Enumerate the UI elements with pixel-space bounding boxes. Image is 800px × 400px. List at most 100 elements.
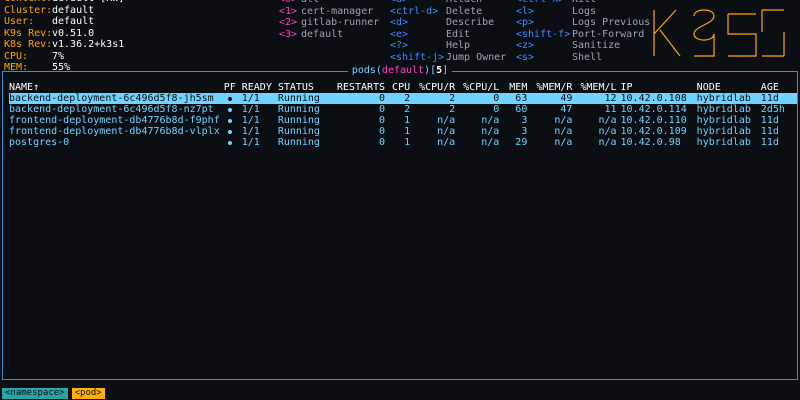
- breadcrumb-item[interactable]: <namespace>: [2, 388, 68, 399]
- shortcut-label: Shell: [572, 51, 603, 63]
- shortcut-key: <shift-f>: [516, 28, 571, 40]
- shortcut-key: <3>: [279, 28, 298, 40]
- table-cell: hybridlab: [696, 115, 751, 126]
- shortcut-item[interactable]: <s> Shell: [516, 52, 650, 64]
- table-cell: [224, 137, 242, 148]
- table-cell: hybridlab: [696, 126, 751, 137]
- info-row: K8s Rev:v1.36.2+k3s1: [4, 39, 124, 50]
- table-row[interactable]: postgres-0 1/1 Running 0 1 n/a n/a 29 n/a n/a 10.4…: [9, 137, 797, 148]
- info-key: Cluster:: [4, 4, 53, 16]
- table-cell: 2d5h: [760, 104, 785, 115]
- table-cell: Running: [277, 137, 320, 148]
- table-title-namespace: default: [381, 65, 425, 76]
- table-cell: 0: [379, 137, 386, 148]
- column-header[interactable]: STATUS: [278, 81, 333, 93]
- shortcut-label: Delete: [446, 5, 483, 17]
- table-cell: [223, 93, 242, 104]
- table-cell: hybridlab: [696, 93, 761, 104]
- table-cell: 1/1: [241, 93, 278, 104]
- table-cell: Running: [277, 104, 320, 115]
- table-cell: frontend-deployment-db4776b8d-vlplx: [9, 126, 220, 137]
- shortcut-item[interactable]: <?> Help: [390, 40, 506, 52]
- shortcut-item[interactable]: <shift-f> Port-Forward: [516, 29, 650, 41]
- shortcut-label: cert-manager: [301, 5, 374, 17]
- shortcut-item[interactable]: <e> Edit: [390, 29, 506, 41]
- action-shortcuts-1: <a>Attach<ctrl-d>Delete<d>Describe<e>Edi…: [390, 0, 506, 63]
- table-cell: 10.42.0.109: [620, 126, 687, 137]
- shortcut-item[interactable]: <2> gitlab-runner: [279, 17, 379, 29]
- pods-table: NAME↑ PF READY STATUS RESTARTS CPU %CPU/R %CPU/…: [9, 81, 797, 148]
- table-cell: n/a: [481, 115, 500, 126]
- info-value: default [RW]: [52, 0, 124, 4]
- shortcut-item[interactable]: <ctrl-d> Delete: [390, 6, 506, 18]
- table-row[interactable]: frontend-deployment-db4776b8d-vlplx 1/1 Ru…: [9, 126, 797, 137]
- shortcut-label: Logs Previous: [572, 17, 651, 28]
- table-cell: 2: [449, 104, 456, 115]
- shortcut-label: all: [301, 0, 319, 5]
- column-header[interactable]: %CPU/L: [459, 81, 503, 93]
- table-cell: 0: [379, 126, 386, 137]
- column-header[interactable]: RESTARTS: [333, 81, 389, 93]
- shortcut-key: <2>: [279, 17, 298, 28]
- table-row[interactable]: backend-deployment-6c496d5f8-nz7pt 1/1 Run…: [9, 104, 797, 115]
- table-cell: 12: [576, 93, 621, 104]
- column-header[interactable]: %MEM/L: [576, 81, 620, 93]
- info-key: User:: [4, 16, 35, 27]
- column-header[interactable]: %MEM/R: [531, 81, 576, 93]
- breadcrumb: <namespace> <pod>: [2, 387, 109, 399]
- column-header[interactable]: MEM: [503, 81, 531, 93]
- table-cell: 2: [404, 104, 411, 115]
- breadcrumb-item[interactable]: <pod>: [71, 388, 105, 399]
- shortcut-key: <1>: [279, 5, 298, 17]
- shortcut-item[interactable]: <l> Logs: [516, 6, 650, 18]
- shortcut-item[interactable]: <3> default: [279, 29, 379, 41]
- table-cell: 1/1: [241, 126, 260, 137]
- k9s-logo: [650, 4, 788, 62]
- table-row[interactable]: backend-deployment-6c496d5f8-jh5sm 1/1 Run…: [9, 93, 797, 104]
- column-header[interactable]: NODE: [697, 81, 761, 93]
- table-title-prefix: pods(: [351, 65, 382, 76]
- table-cell: hybridlab: [696, 137, 751, 148]
- column-header[interactable]: AGE: [761, 81, 797, 93]
- table-cell: [224, 115, 242, 126]
- column-header[interactable]: CPU: [389, 81, 414, 93]
- info-row: K9s Rev:v0.51.0: [4, 28, 94, 39]
- table-cell: n/a: [598, 126, 617, 137]
- shortcut-label: Describe: [446, 17, 495, 28]
- table-cell: n/a: [598, 137, 617, 148]
- table-cell: 1: [404, 115, 411, 126]
- info-key: K9s Rev:: [4, 27, 53, 39]
- table-cell: n/a: [554, 126, 573, 137]
- column-header[interactable]: PF: [224, 81, 242, 93]
- shortcut-item[interactable]: <d> Describe: [390, 17, 506, 29]
- info-value: v0.51.0: [52, 27, 95, 39]
- info-key: CPU:: [4, 50, 29, 62]
- table-cell: 3: [521, 115, 528, 126]
- table-cell: 1: [404, 126, 411, 137]
- shortcut-label: Jump Owner: [446, 51, 507, 63]
- table-cell: 10.42.0.108: [620, 93, 697, 104]
- shortcut-key: <e>: [390, 28, 409, 40]
- column-header[interactable]: %CPU/R: [414, 81, 459, 93]
- shortcut-key: <l>: [516, 5, 535, 17]
- shortcut-item[interactable]: <p> Logs Previous: [516, 17, 650, 29]
- shortcut-key: <?>: [390, 40, 409, 51]
- table-cell: Running: [277, 115, 320, 126]
- shortcut-item[interactable]: <1> cert-manager: [279, 6, 379, 18]
- table-cell: [224, 126, 242, 137]
- shortcut-item[interactable]: <shift-j> Jump Owner: [390, 52, 506, 64]
- shortcut-key: <shift-j>: [390, 51, 445, 63]
- column-header[interactable]: READY: [242, 81, 278, 93]
- table-cell: n/a: [437, 137, 456, 148]
- shortcut-label: Attach: [446, 0, 482, 5]
- port-forward-indicator-icon: [227, 108, 232, 112]
- column-header[interactable]: NAME↑: [9, 81, 224, 93]
- table-cell: 10.42.0.114: [620, 104, 687, 115]
- table-cell: 11d: [760, 93, 797, 104]
- table-cell: frontend-deployment-db4776b8d-f9phf: [9, 115, 220, 126]
- shortcut-label: Help: [446, 40, 471, 51]
- table-header-row: NAME↑ PF READY STATUS RESTARTS CPU %CPU/R %CPU/…: [9, 81, 797, 93]
- column-header[interactable]: IP: [621, 81, 697, 93]
- table-row[interactable]: frontend-deployment-db4776b8d-f9phf 1/1 Ru…: [9, 115, 797, 126]
- shortcut-item[interactable]: <z> Sanitize: [516, 40, 650, 52]
